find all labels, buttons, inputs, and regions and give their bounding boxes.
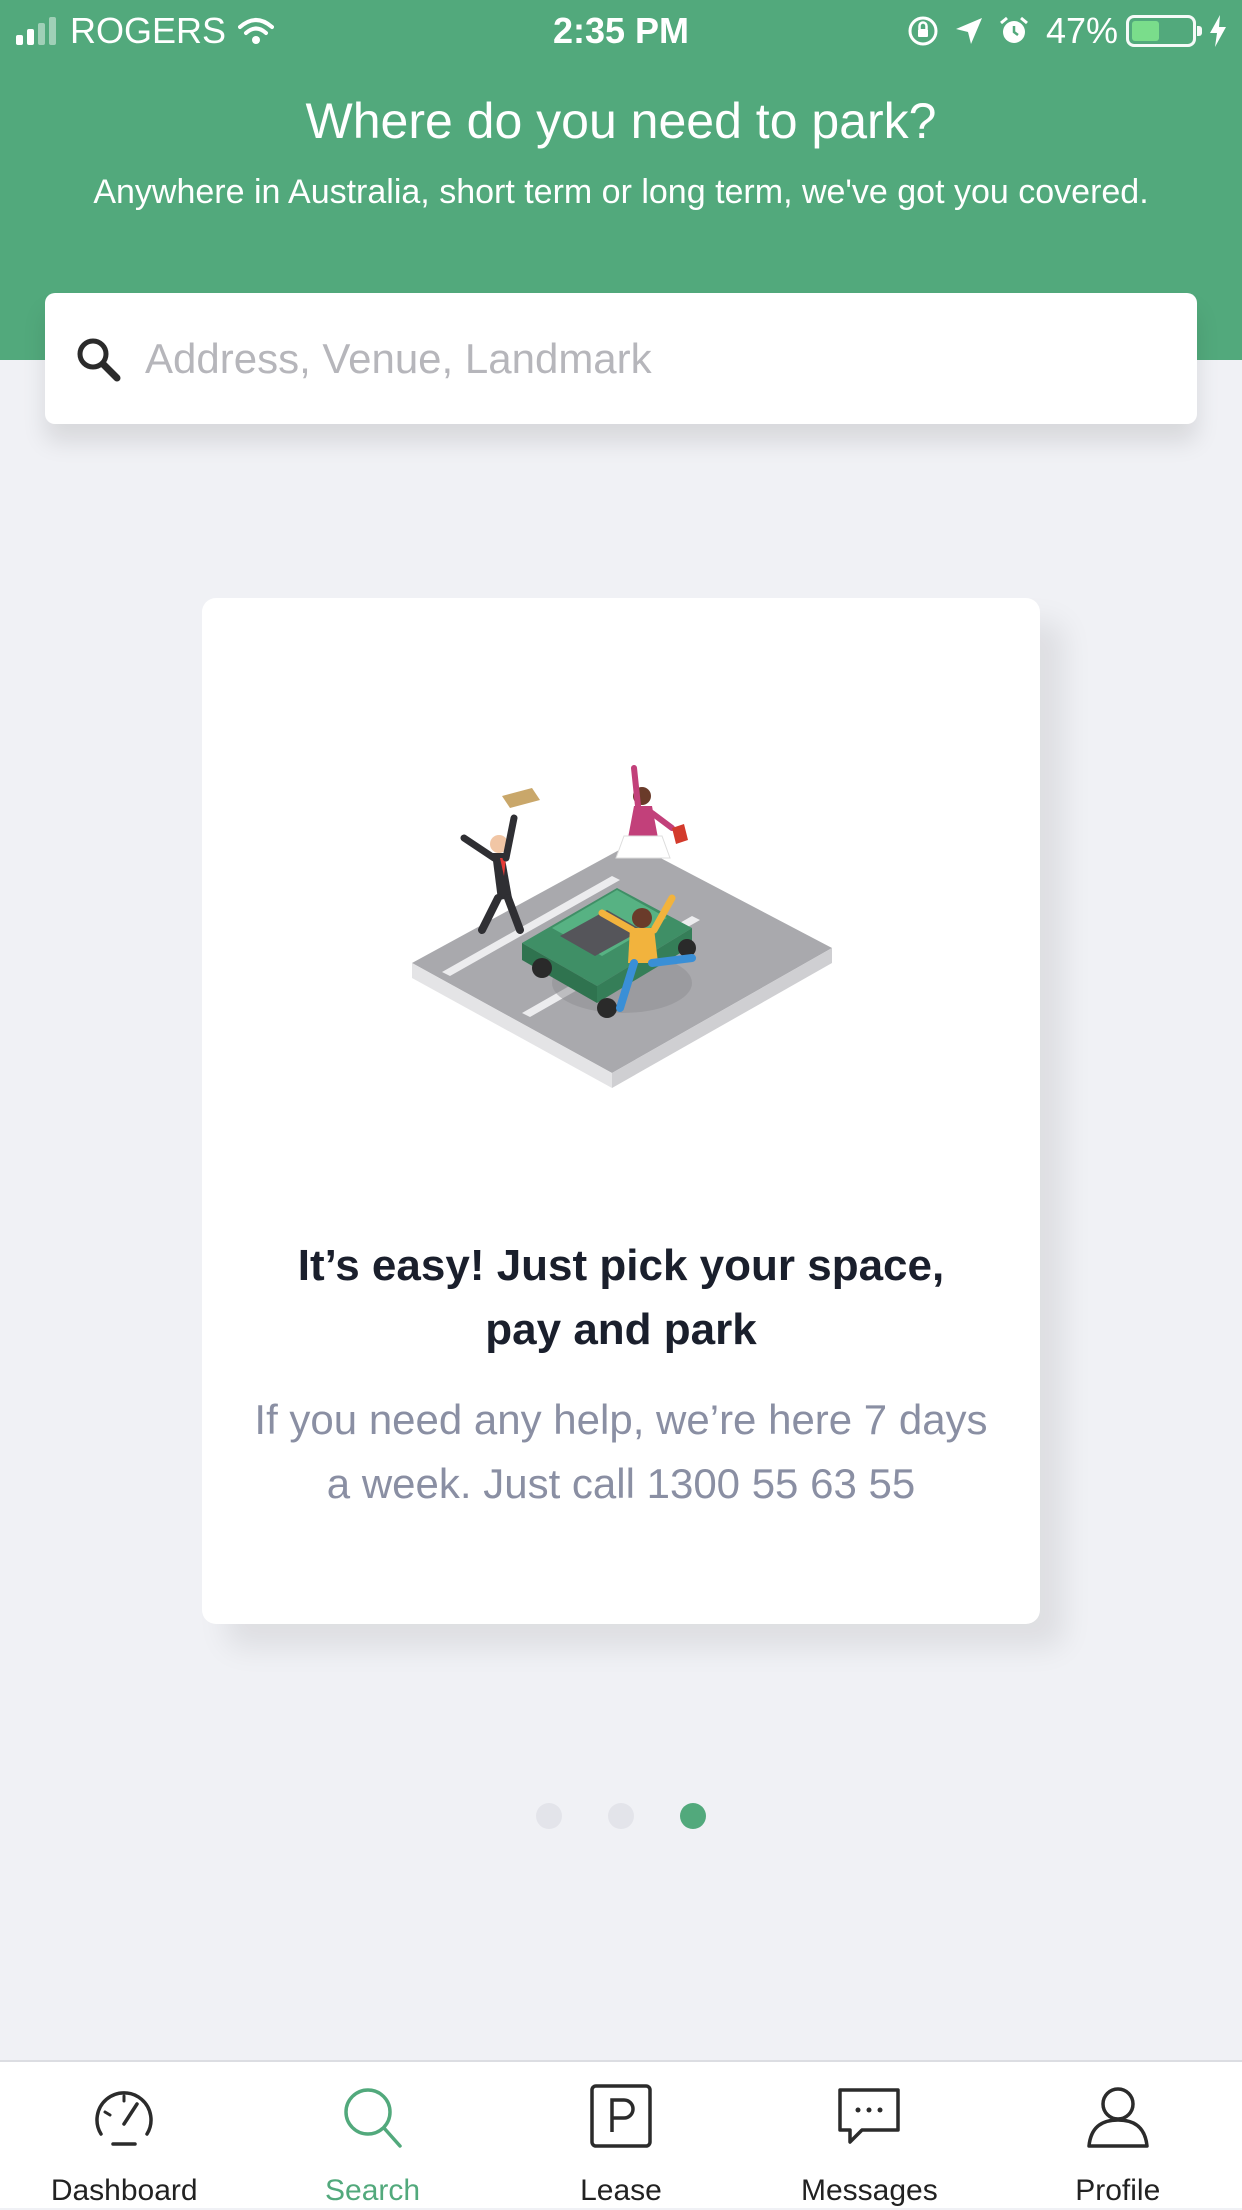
card-title: It’s easy! Just pick your space, pay and… — [297, 1241, 945, 1354]
status-bar: ROGERS 2:35 PM 47% — [0, 0, 1242, 62]
pager-dots — [0, 1803, 1242, 1829]
battery-percent: 47% — [1045, 10, 1118, 51]
pager-dot[interactable] — [680, 1803, 706, 1829]
pager-dot[interactable] — [608, 1803, 634, 1829]
tab-label: Profile — [1075, 2174, 1161, 2207]
charging-icon — [1208, 14, 1228, 48]
tab-label: Search — [325, 2174, 421, 2207]
tab-label: Dashboard — [50, 2174, 198, 2207]
tab-label: Lease — [580, 2174, 662, 2207]
tab-lease[interactable]: Lease — [497, 2062, 745, 2210]
pager-dot[interactable] — [536, 1803, 562, 1829]
search-bar[interactable]: Address, Venue, Landmark — [45, 293, 1197, 424]
battery-icon — [1126, 15, 1202, 47]
card-description: If you need any help, we’re here 7 days … — [254, 1396, 988, 1507]
messages-icon — [745, 2082, 993, 2152]
tab-profile[interactable]: Profile — [994, 2062, 1242, 2210]
page-subtitle: Anywhere in Australia, short term or lon… — [93, 173, 1149, 211]
tab-dashboard[interactable]: Dashboard — [0, 2062, 248, 2210]
tab-search[interactable]: Search — [248, 2062, 496, 2210]
page-title: Where do you need to park? — [305, 93, 937, 149]
search-icon — [248, 2082, 496, 2152]
parking-icon — [497, 2082, 745, 2152]
onboarding-card[interactable]: It’s easy! Just pick your space, pay and… — [202, 598, 1040, 1624]
search-icon — [73, 334, 123, 384]
dashboard-icon — [0, 2082, 248, 2152]
tab-label: Messages — [801, 2174, 938, 2207]
search-input[interactable]: Address, Venue, Landmark — [145, 335, 652, 383]
location-icon — [954, 16, 984, 46]
tab-bar: Dashboard Search Lease Messages Profile — [0, 2060, 1242, 2208]
rotation-lock-icon — [906, 14, 940, 48]
parking-illustration — [402, 758, 842, 1098]
tab-messages[interactable]: Messages — [745, 2062, 993, 2210]
alarm-icon — [998, 15, 1030, 47]
profile-icon — [994, 2082, 1242, 2152]
